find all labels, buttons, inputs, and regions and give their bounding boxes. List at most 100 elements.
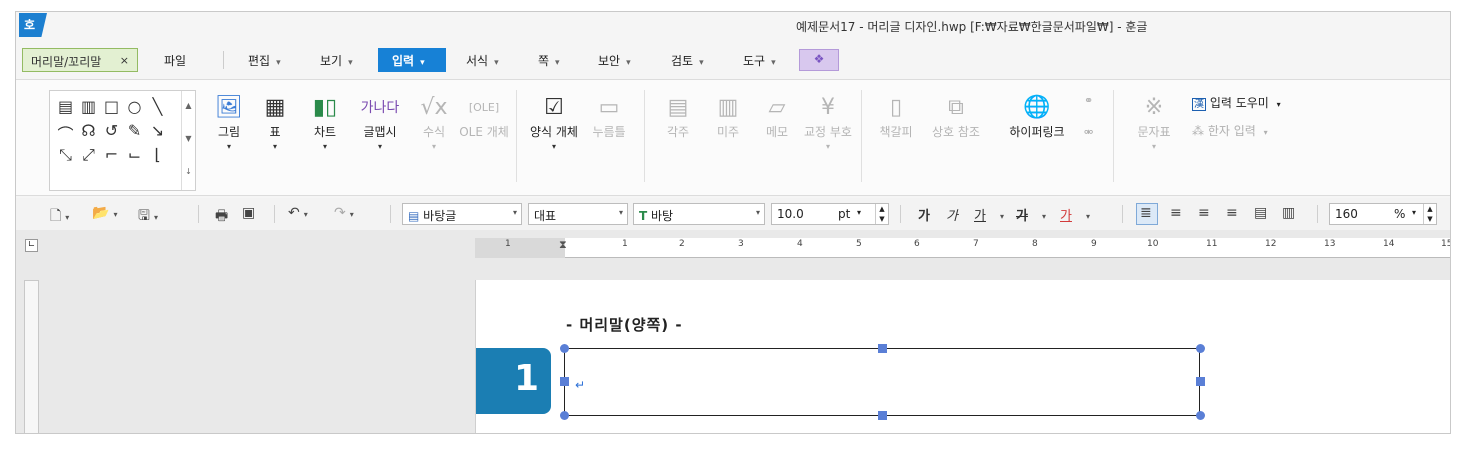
connector-straight-icon[interactable]: ⤡	[54, 145, 77, 169]
vertical-textbox-icon[interactable]: ▥	[77, 97, 100, 121]
link-icon[interactable]: ⚭	[1084, 94, 1093, 107]
resize-handle[interactable]	[560, 411, 569, 420]
align-distribute-icon[interactable]: ▤	[1254, 205, 1267, 221]
header-footer-context-tab[interactable]: 머리말/꼬리말 ×	[22, 48, 138, 72]
chevron-down-icon[interactable]: ▾	[1038, 207, 1046, 223]
scroll-down-icon[interactable]: ▼	[182, 124, 195, 157]
document-page[interactable]: - 머리말(양쪽) - 1 ↵	[475, 280, 1450, 433]
close-icon[interactable]: ×	[120, 54, 129, 67]
curve-icon[interactable]: ↺	[100, 121, 123, 145]
insert-textart-button[interactable]: 가나다 글맵시 ▾	[354, 92, 406, 151]
connector-icon[interactable]: ↘	[146, 121, 169, 145]
chevron-down-icon[interactable]: ▾	[857, 208, 861, 217]
special-feature-icon[interactable]: ❖	[799, 49, 839, 71]
insert-endnote-button[interactable]: ▥ 미주	[702, 92, 754, 140]
undo-icon[interactable]: ↶ ▾	[288, 205, 308, 221]
insert-crossref-button[interactable]: ⧉ 상호 참조	[930, 92, 982, 140]
insert-field-button[interactable]: ▭ 누름틀	[583, 92, 635, 140]
resize-handle[interactable]	[878, 344, 887, 353]
insert-formula-button[interactable]: √x 수식 ▾	[408, 92, 460, 151]
insert-bookmark-button[interactable]: ▯ 책갈피	[870, 92, 922, 140]
expand-icon[interactable]: ↓	[182, 157, 195, 190]
rectangle-icon[interactable]: □	[100, 97, 123, 121]
chevron-down-icon[interactable]: ▾	[996, 207, 1004, 223]
insert-footnote-button[interactable]: ▤ 각주	[652, 92, 704, 140]
menu-format[interactable]: 서식 ▾	[466, 52, 499, 69]
connector-arrow-icon[interactable]: ⤢	[77, 145, 100, 169]
ellipse-icon[interactable]: ○	[123, 97, 146, 121]
menu-page[interactable]: 쪽 ▾	[538, 52, 560, 69]
bold-button[interactable]: 가	[918, 205, 930, 224]
resize-handle[interactable]	[1196, 411, 1205, 420]
pen-icon[interactable]: ✎	[123, 121, 146, 145]
insert-chart-button[interactable]: ▮▯ 차트 ▾	[299, 92, 351, 151]
insert-hyperlink-button[interactable]: 🌐 하이퍼링크	[1002, 92, 1072, 140]
resize-handle[interactable]	[560, 377, 569, 386]
connector-elbow-icon[interactable]: ⌐	[100, 145, 123, 169]
size-spinner[interactable]: ▲ ▼	[875, 204, 888, 224]
font-size-input[interactable]: 10.0 pt ▾ ▲ ▼	[771, 203, 889, 225]
document-workarea[interactable]: ∟ ⧗ 1 1 2 3 4 5 6 7 8 9 10 11 12 13 14 1…	[16, 230, 1450, 433]
menu-tools[interactable]: 도구 ▾	[743, 52, 776, 69]
align-divide-icon[interactable]: ▥	[1282, 205, 1295, 221]
menu-view[interactable]: 보기 ▾	[320, 52, 353, 69]
hanja-input-button[interactable]: ⁂ 한자 입력 ▾	[1192, 122, 1268, 139]
shape-gallery-scroll[interactable]: ▲ ▼ ↓	[181, 91, 195, 190]
resize-handle[interactable]	[1196, 377, 1205, 386]
menu-edit[interactable]: 편집 ▾	[248, 52, 281, 69]
redo-icon[interactable]: ↷ ▾	[334, 205, 354, 221]
insert-memo-button[interactable]: ▱ 메모	[751, 92, 803, 140]
menu-security[interactable]: 보안 ▾	[598, 52, 631, 69]
insert-form-button[interactable]: ☑ 양식 개체 ▾	[528, 92, 580, 151]
menu-review[interactable]: 검토 ▾	[671, 52, 704, 69]
align-justify-icon[interactable]: ≣	[1140, 205, 1152, 221]
save-icon[interactable]: 🖫 ▾	[138, 205, 158, 229]
connector-elbow-arrow-icon[interactable]: ⌙	[123, 145, 146, 169]
new-document-icon[interactable]: 🗋 ▾	[50, 205, 69, 229]
selected-header-box[interactable]	[564, 348, 1200, 416]
shape-gallery[interactable]: ▤ ▥ □ ○ ╲ ⌒ ☊ ↺ ✎ ↘ ⤡ ⤢ ⌐ ⌙ ⌊ ▲ ▼ ↓	[49, 90, 196, 191]
menu-file[interactable]: 파일	[164, 52, 186, 69]
zoom-input[interactable]: 160 % ▾ ▲ ▼	[1329, 203, 1437, 225]
align-right-icon[interactable]: ≡	[1226, 205, 1238, 221]
zoom-spinner[interactable]: ▲ ▼	[1423, 204, 1436, 224]
align-center-icon[interactable]: ≡	[1198, 205, 1210, 221]
arc-icon[interactable]: ⌒	[54, 121, 77, 145]
print-icon[interactable]: 🖶	[215, 205, 228, 229]
strikethrough-button[interactable]: 가	[1016, 205, 1028, 224]
chevron-down-icon[interactable]: ▾	[1412, 208, 1416, 217]
app-logo[interactable]: 호	[19, 13, 47, 37]
resize-handle[interactable]	[878, 411, 887, 420]
insert-symbol-button[interactable]: ※ 문자표 ▾	[1128, 92, 1180, 151]
polygon-icon[interactable]: ☊	[77, 121, 100, 145]
resize-handle[interactable]	[1196, 344, 1205, 353]
align-left-icon[interactable]: ≡	[1170, 205, 1182, 221]
chevron-down-icon[interactable]: ▾	[1082, 207, 1090, 223]
insert-proofread-button[interactable]: ¥ 교정 부호 ▾	[802, 92, 854, 151]
input-helper-button[interactable]: 漢 입력 도우미 ▾	[1192, 94, 1281, 111]
insert-picture-button[interactable]: 🖼 그림 ▾	[203, 92, 255, 151]
line-icon[interactable]: ╲	[146, 97, 169, 121]
horizontal-ruler[interactable]: ⧗ 1 1 2 3 4 5 6 7 8 9 10 11 12 13 14 15	[475, 238, 1450, 258]
insert-table-button[interactable]: ▦ 표 ▾	[249, 92, 301, 151]
tab-stop-selector[interactable]: ∟	[25, 239, 38, 252]
style-select[interactable]: ▤ 바탕글 ▾	[402, 203, 522, 225]
menu-bar: 머리말/꼬리말 × 파일 편집 ▾ 보기 ▾ 입력 ▾ 서식 ▾ 쪽 ▾ 보안 ▾ 검토 ▾ …	[16, 46, 1450, 76]
font-name-select[interactable]: T 바탕 ▾	[633, 203, 765, 225]
underline-button[interactable]: 가	[974, 205, 986, 224]
font-language-select[interactable]: 대표 ▾	[528, 203, 628, 225]
resize-handle[interactable]	[560, 344, 569, 353]
print-preview-icon[interactable]: ▣	[242, 205, 255, 221]
indent-marker-icon[interactable]: ⧗	[559, 238, 567, 252]
unlink-icon[interactable]: ⚮	[1084, 126, 1093, 139]
italic-button[interactable]: 가	[946, 205, 958, 224]
open-folder-icon[interactable]: 📂 ▾	[92, 205, 117, 221]
scroll-up-icon[interactable]: ▲	[182, 91, 195, 124]
number-badge[interactable]: 1	[476, 348, 551, 414]
insert-ole-button[interactable]: [OLE] OLE 개체	[458, 92, 510, 140]
font-color-button[interactable]: 가	[1060, 205, 1072, 224]
connector-curve-icon[interactable]: ⌊	[146, 145, 169, 169]
menu-insert[interactable]: 입력 ▾	[378, 48, 446, 72]
textbox-icon[interactable]: ▤	[54, 97, 77, 121]
vertical-ruler[interactable]	[24, 280, 39, 433]
